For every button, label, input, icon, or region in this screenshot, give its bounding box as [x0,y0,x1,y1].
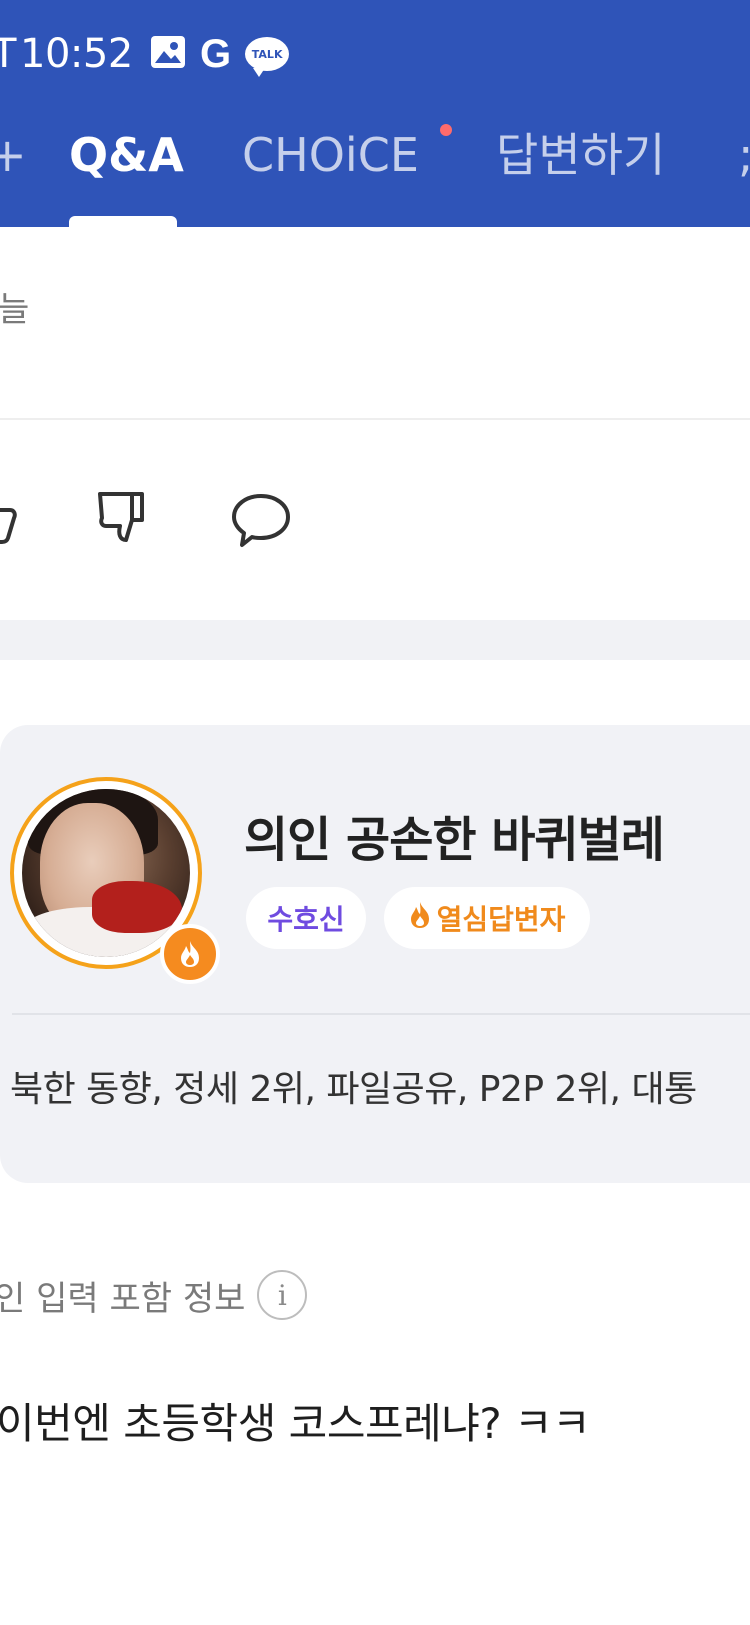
hot-answerer-badge-label: 열심답변자 [436,903,566,936]
status-edge-glyph: T [0,31,17,77]
fire-icon [160,924,220,984]
new-indicator-dot [440,124,452,136]
like-icon[interactable] [0,488,20,552]
kakaotalk-icon: TALK [245,37,290,77]
tab-choice[interactable]: CHOiCE [242,120,419,190]
avatar-photo [22,789,190,957]
fire-icon [409,901,431,936]
section-separator [0,620,750,660]
info-icon[interactable]: i [257,1270,308,1320]
hot-answerer-badge: 열심답변자 [384,887,590,949]
sort-label[interactable]: 늘 [0,282,29,331]
gallery-icon [150,35,186,73]
app-header: T 10:52 G TALK + Q&A CHOiCE 답변하기 ; [0,0,750,227]
status-icons: G TALK [150,32,290,77]
google-icon: G [200,32,232,76]
ai-input-notice-label: 인 입력 포함 정보 [0,1278,246,1319]
guardian-badge: 수호신 [246,887,366,949]
tab-next-edge[interactable]: ; [738,120,750,190]
dislike-icon[interactable] [96,488,156,552]
tab-answer[interactable]: 답변하기 [496,120,665,190]
active-tab-indicator [69,216,177,227]
tab-previous-edge[interactable]: + [0,120,27,190]
guardian-badge-label: 수호신 [267,903,345,936]
comment-icon[interactable] [230,492,292,554]
status-time: 10:52 [20,31,133,77]
divider [0,418,750,420]
tab-qa[interactable]: Q&A [69,120,184,190]
card-divider [12,1013,750,1015]
answer-body: 이번엔 초등학생 코스프레냐? ㅋㅋ [0,1399,591,1448]
tab-bar: + Q&A CHOiCE 답변하기 ; [0,120,750,190]
expertise-text: 북한 동향, 정세 2위, 파일공유, P2P 2위, 대통 [10,1069,697,1110]
avatar[interactable] [10,777,220,984]
ai-input-notice: 인 입력 포함 정보 i [0,1270,308,1320]
answerer-nickname[interactable]: 의인 공손한 바퀴벌레 [244,800,665,870]
